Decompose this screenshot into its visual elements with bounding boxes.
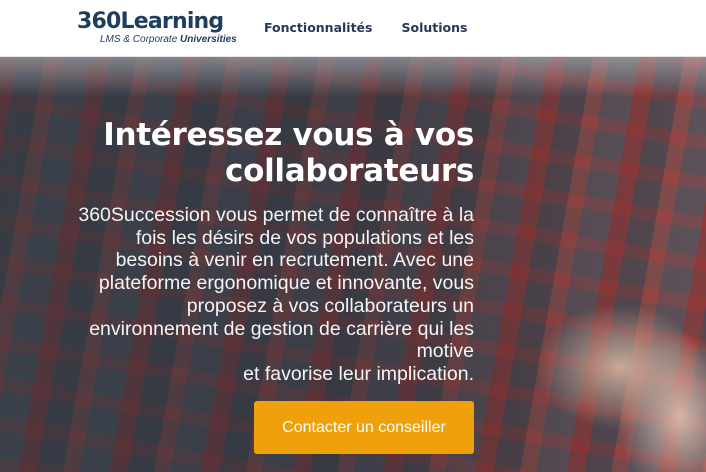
logo-tagline: LMS & Corporate Universities (100, 34, 237, 45)
hero-description-line: environnement de gestion de carrière qui… (89, 317, 474, 340)
nav-item-solutions[interactable]: Solutions (401, 20, 467, 35)
hero-description-line: 360Succession vous permet de connaître à… (78, 204, 474, 226)
hero-description-line: proposez à vos collaborateurs un (186, 294, 474, 317)
hero-description-line: motive (416, 340, 474, 363)
hero-description-line: plateforme ergonomique et innovante, vou… (98, 272, 474, 295)
hero-section: Intéressez vous à vos collaborateurs 360… (0, 57, 706, 472)
hero-description-line: besoins à venir en recrutement. Avec une (115, 249, 474, 272)
logo[interactable]: 360Learning LMS & Corporate Universities (77, 9, 237, 49)
hero-background-highlight (0, 57, 706, 97)
hero-title-line-2: collaborateurs (225, 153, 474, 189)
site-header: 360Learning LMS & Corporate Universities… (0, 0, 706, 57)
hero-title-line-1: Intéressez vous à vos (103, 117, 474, 153)
logo-tagline-bold: Universities (180, 34, 237, 45)
hero-title: Intéressez vous à vos collaborateurs (34, 117, 474, 189)
hero-description-line: fois les désirs de vos populations et le… (135, 226, 474, 249)
contact-advisor-button[interactable]: Contacter un conseiller (254, 401, 474, 454)
hero-description: 360Succession vous permet de connaître à… (54, 204, 474, 386)
logo-tagline-prefix: LMS & Corporate (100, 34, 181, 45)
nav-item-fonctionnalites[interactable]: Fonctionnalités (264, 20, 372, 35)
main-nav: Fonctionnalités Solutions (264, 20, 467, 35)
logo-text: 360Learning (77, 9, 224, 34)
hero-description-line: et favorise leur implication. (243, 362, 474, 385)
